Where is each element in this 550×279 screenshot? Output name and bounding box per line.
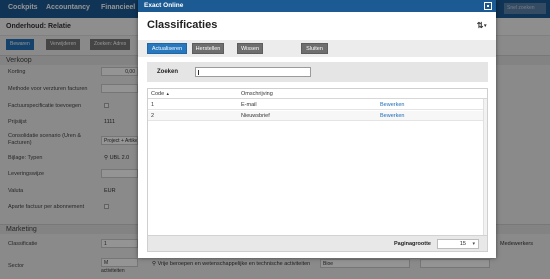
column-header-description[interactable]: Omschrijving: [241, 91, 273, 97]
chevron-down-icon: ▾: [472, 241, 475, 247]
sort-icon[interactable]: ⇅▾: [477, 21, 487, 30]
delete-button[interactable]: Wissen: [237, 43, 263, 54]
dialog-titlebar: Exact Online: [138, 0, 496, 12]
dialog-window-title: Exact Online: [144, 2, 184, 9]
row-code: 1: [151, 102, 155, 108]
row-description: Nieuwsbrief: [241, 113, 270, 119]
search-panel: Zoeken: [147, 62, 488, 82]
classifications-grid: Code ▲ Omschrijving 1 E-mail Bewerken 2 …: [147, 88, 488, 252]
dialog-toolbar: Actualiseren Herstellen Wissen Sluiten: [138, 40, 496, 57]
search-input[interactable]: [195, 67, 311, 77]
page-size-value: 15: [459, 241, 466, 247]
restore-button[interactable]: Herstellen: [192, 43, 224, 54]
page-size-label: Paginagrootte: [394, 241, 431, 247]
row-code: 2: [151, 113, 155, 119]
column-header-code-label: Code: [151, 91, 165, 97]
edit-link[interactable]: Bewerken: [380, 113, 404, 119]
dialog-heading: Classificaties: [147, 19, 218, 31]
refresh-button[interactable]: Actualiseren: [147, 43, 187, 54]
page-size-select[interactable]: 15 ▾: [437, 239, 479, 249]
search-label: Zoeken: [157, 69, 179, 75]
table-row[interactable]: 1 E-mail Bewerken: [148, 100, 487, 110]
grid-header: Code ▲ Omschrijving: [148, 89, 487, 99]
close-button[interactable]: Sluiten: [301, 43, 328, 54]
column-header-code[interactable]: Code ▲: [151, 91, 170, 97]
grid-footer: Paginagrootte 15 ▾: [148, 235, 487, 251]
sort-ascending-icon: ▲: [165, 91, 170, 96]
close-icon[interactable]: [484, 2, 492, 10]
table-row[interactable]: 2 Nieuwsbrief Bewerken: [148, 111, 487, 121]
edit-link[interactable]: Bewerken: [380, 102, 404, 108]
grid-scrollbar[interactable]: [483, 99, 487, 235]
chevron-down-icon: ▾: [483, 22, 487, 29]
row-description: E-mail: [241, 102, 257, 108]
classifications-dialog: Exact Online Classificaties ⇅▾ Actualise…: [138, 0, 496, 258]
